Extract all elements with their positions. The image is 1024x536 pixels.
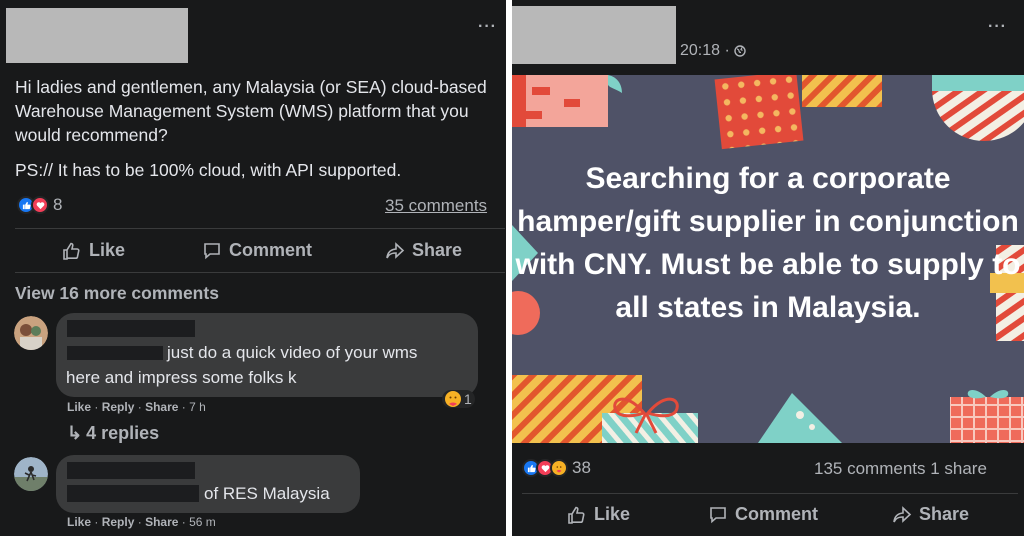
comment-button[interactable]: Comment bbox=[202, 240, 312, 261]
redacted-commenter-name bbox=[66, 461, 196, 480]
reactions-summary[interactable]: 8 bbox=[17, 195, 62, 215]
share-icon bbox=[386, 241, 405, 259]
like-label: Like bbox=[89, 240, 126, 260]
comment-label: Comment bbox=[229, 240, 313, 260]
left-post-panel: ··· Hi ladies and gentlemen, any Malaysi… bbox=[0, 0, 506, 536]
like-label: Like bbox=[594, 504, 631, 524]
comment-text-line1: just do a quick video of your wms bbox=[167, 343, 418, 362]
redacted-author-name bbox=[512, 6, 676, 64]
comment-reply-link[interactable]: Reply bbox=[102, 400, 135, 414]
comment-icon bbox=[204, 242, 220, 259]
comments-count-link[interactable]: 35 comments bbox=[385, 196, 487, 216]
comment-text: of RES Malaysia bbox=[204, 484, 330, 503]
comment-like-link[interactable]: Like bbox=[67, 515, 91, 529]
reply-arrow-icon: ↳ bbox=[67, 423, 83, 443]
post-timestamp[interactable]: 20:18 · bbox=[680, 42, 746, 60]
thumbs-up-icon bbox=[568, 506, 585, 524]
globe-icon bbox=[734, 45, 746, 57]
thumbs-up-icon bbox=[63, 242, 80, 260]
reaction-count: 8 bbox=[53, 195, 63, 214]
more-options-button[interactable]: ··· bbox=[478, 19, 497, 35]
comment-button[interactable]: Comment bbox=[708, 504, 818, 525]
view-replies-link[interactable]: ↳ 4 replies bbox=[67, 423, 159, 444]
share-label: Share bbox=[412, 240, 463, 260]
comment-meta: Like · Reply · Share · 7 h bbox=[67, 400, 206, 414]
like-button[interactable]: Like bbox=[62, 240, 125, 261]
commenter-avatar[interactable] bbox=[14, 316, 48, 350]
comment-meta: Like · Reply · Share · 56 m bbox=[67, 515, 216, 529]
redacted-mention bbox=[66, 484, 200, 503]
care-reaction-icon bbox=[445, 391, 461, 407]
share-label: Share bbox=[919, 504, 970, 524]
right-post-panel: 20:18 · ··· Searching for a corporate ha… bbox=[512, 0, 1024, 536]
post-body: Hi ladies and gentlemen, any Malaysia (o… bbox=[15, 77, 487, 145]
post-image[interactable]: Searching for a corporate hamper/gift su… bbox=[512, 75, 1024, 443]
share-button[interactable]: Share bbox=[892, 504, 969, 525]
share-icon bbox=[893, 505, 912, 523]
comment-reply-link[interactable]: Reply bbox=[102, 515, 135, 529]
image-caption: Searching for a corporate hamper/gift su… bbox=[515, 162, 1021, 324]
divider bbox=[15, 228, 505, 229]
comment-icon bbox=[710, 506, 726, 523]
comments-shares-count[interactable]: 135 comments 1 share bbox=[814, 459, 987, 479]
reactions-summary[interactable]: 38 bbox=[522, 458, 591, 478]
reaction-count: 38 bbox=[572, 458, 591, 477]
comment-reaction-badge[interactable]: 1 bbox=[442, 390, 475, 408]
care-reaction-icon bbox=[550, 459, 568, 477]
comment-bubble: of RES Malaysia bbox=[56, 455, 360, 513]
comment-like-link[interactable]: Like bbox=[67, 400, 91, 414]
replies-label: 4 replies bbox=[86, 423, 160, 443]
comment-share-link[interactable]: Share bbox=[145, 515, 178, 529]
commenter-avatar[interactable] bbox=[14, 457, 48, 491]
post-ps-text: PS:// It has to be 100% cloud, with API … bbox=[15, 160, 402, 180]
divider bbox=[15, 272, 505, 273]
redacted-commenter-name bbox=[66, 319, 196, 338]
view-more-comments-link[interactable]: View 16 more comments bbox=[15, 283, 219, 304]
share-button[interactable]: Share bbox=[385, 240, 462, 261]
comment-text-line2: here and impress some folks k bbox=[66, 368, 297, 387]
timestamp-text: 20:18 · bbox=[680, 42, 730, 59]
redacted-author-name bbox=[6, 8, 188, 63]
comment-time: 7 h bbox=[189, 400, 206, 414]
comment-share-link[interactable]: Share bbox=[145, 400, 178, 414]
comment-reaction-count: 1 bbox=[464, 391, 472, 407]
comment-label: Comment bbox=[735, 504, 819, 524]
comment-time: 56 m bbox=[189, 515, 216, 529]
divider bbox=[522, 493, 1018, 494]
more-options-button[interactable]: ··· bbox=[988, 19, 1007, 35]
redacted-mention bbox=[66, 345, 164, 361]
like-button[interactable]: Like bbox=[567, 504, 630, 525]
comment-bubble: just do a quick video of your wms here a… bbox=[56, 313, 478, 397]
love-reaction-icon bbox=[31, 196, 49, 214]
